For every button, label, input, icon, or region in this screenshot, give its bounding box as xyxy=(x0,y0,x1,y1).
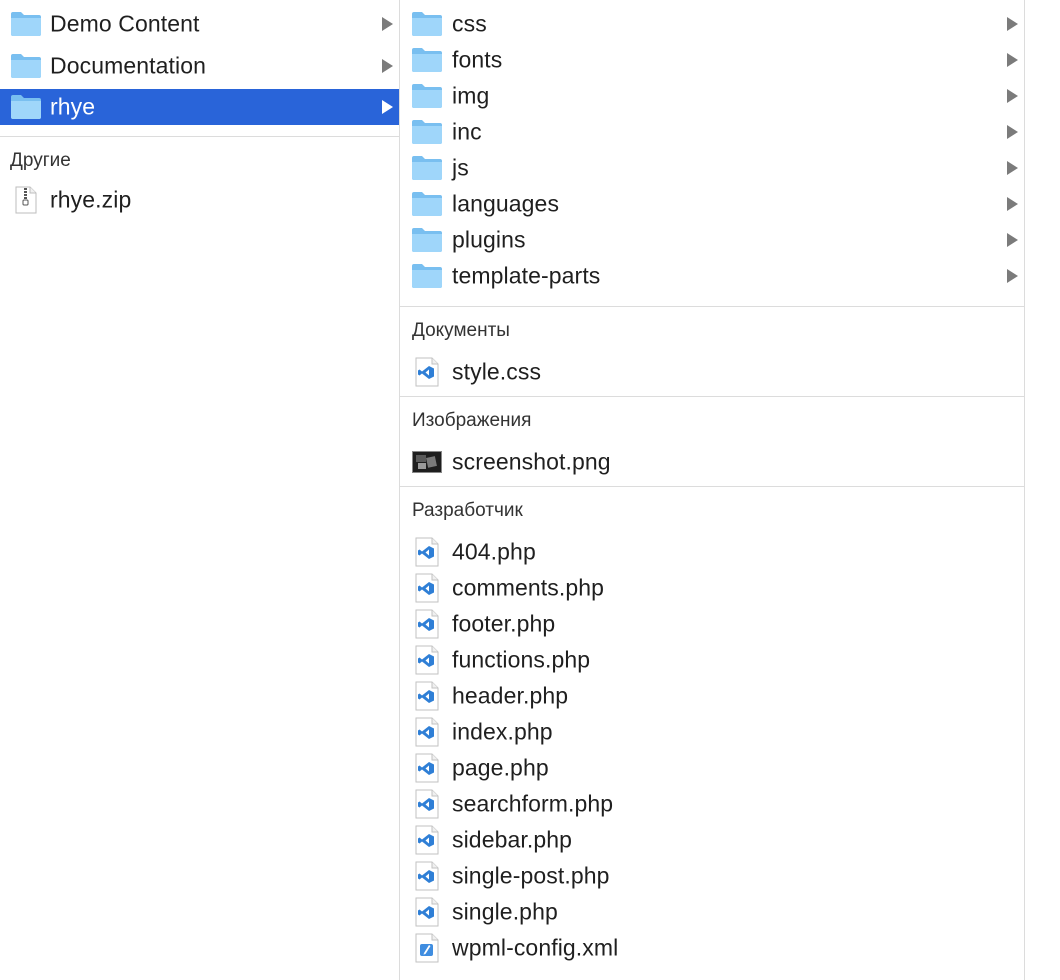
section-header-documents: Документы xyxy=(412,320,510,341)
vscode-file-icon xyxy=(411,897,443,927)
finder-column-parent[interactable]: Demo Content Documentation rhye Другие r… xyxy=(0,0,400,980)
file-label: footer.php xyxy=(452,610,556,637)
file-item-page-php[interactable]: page.php xyxy=(400,750,1024,786)
file-item-index-php[interactable]: index.php xyxy=(400,714,1024,750)
file-label: screenshot.png xyxy=(452,448,611,475)
file-item-style-css[interactable]: style.css xyxy=(400,354,1024,390)
vscode-file-icon xyxy=(411,573,443,603)
file-item-rhye-zip[interactable]: rhye.zip xyxy=(0,182,399,218)
file-item-functions-php[interactable]: functions.php xyxy=(400,642,1024,678)
file-label: 404.php xyxy=(452,538,536,565)
folder-item-rhye[interactable]: rhye xyxy=(0,89,399,125)
folder-item-css[interactable]: css xyxy=(400,6,1024,42)
folder-label: inc xyxy=(452,118,482,145)
chevron-right-icon xyxy=(1007,17,1018,31)
section-divider xyxy=(0,136,399,137)
file-item-screenshot-png[interactable]: screenshot.png xyxy=(400,444,1024,480)
chevron-right-icon xyxy=(1007,269,1018,283)
folder-label: fonts xyxy=(452,46,503,73)
folder-label: rhye xyxy=(50,93,96,120)
chevron-right-icon xyxy=(1007,53,1018,67)
folder-label: plugins xyxy=(452,226,526,253)
file-item-header-php[interactable]: header.php xyxy=(400,678,1024,714)
file-label: header.php xyxy=(452,682,569,709)
section-divider xyxy=(400,396,1024,397)
folder-icon xyxy=(10,10,42,38)
section-header-others: Другие xyxy=(10,150,71,171)
folder-label: languages xyxy=(452,190,560,217)
finder-column-rhye[interactable]: css fonts img inc js languages plugins t… xyxy=(400,0,1025,980)
folder-icon xyxy=(411,118,443,146)
file-label: wpml-config.xml xyxy=(452,934,619,961)
folder-icon xyxy=(411,46,443,74)
vscode-file-icon xyxy=(411,753,443,783)
vscode-file-icon xyxy=(411,537,443,567)
image-thumbnail-icon xyxy=(411,448,443,476)
file-item-single-post-php[interactable]: single-post.php xyxy=(400,858,1024,894)
file-label: single-post.php xyxy=(452,862,610,889)
file-label: functions.php xyxy=(452,646,591,673)
folder-item-languages[interactable]: languages xyxy=(400,186,1024,222)
vscode-file-icon xyxy=(411,609,443,639)
chevron-right-icon xyxy=(1007,89,1018,103)
file-label: comments.php xyxy=(452,574,605,601)
zip-file-icon xyxy=(10,186,42,214)
vscode-file-icon xyxy=(411,645,443,675)
folder-icon xyxy=(411,262,443,290)
vscode-file-icon xyxy=(411,681,443,711)
file-item-footer-php[interactable]: footer.php xyxy=(400,606,1024,642)
folder-icon xyxy=(411,154,443,182)
folder-icon xyxy=(10,93,42,121)
file-item-single-php[interactable]: single.php xyxy=(400,894,1024,930)
file-label: searchform.php xyxy=(452,790,614,817)
file-label: index.php xyxy=(452,718,553,745)
folder-item-img[interactable]: img xyxy=(400,78,1024,114)
file-item-comments-php[interactable]: comments.php xyxy=(400,570,1024,606)
chevron-right-icon xyxy=(382,17,393,31)
folder-label: js xyxy=(452,154,469,181)
folder-item-js[interactable]: js xyxy=(400,150,1024,186)
folder-icon xyxy=(411,10,443,38)
vscode-file-icon xyxy=(411,825,443,855)
folder-item-inc[interactable]: inc xyxy=(400,114,1024,150)
section-header-developer: Разработчик xyxy=(412,500,523,521)
xml-file-icon xyxy=(411,933,443,963)
folder-label: template-parts xyxy=(452,262,601,289)
file-item-searchform-php[interactable]: searchform.php xyxy=(400,786,1024,822)
vscode-file-icon xyxy=(411,861,443,891)
chevron-right-icon xyxy=(382,59,393,73)
folder-icon xyxy=(411,226,443,254)
file-item-sidebar-php[interactable]: sidebar.php xyxy=(400,822,1024,858)
folder-icon xyxy=(411,82,443,110)
file-label: single.php xyxy=(452,898,558,925)
chevron-right-icon xyxy=(1007,197,1018,211)
chevron-right-icon xyxy=(382,100,393,114)
section-header-images: Изображения xyxy=(412,410,532,431)
file-label: rhye.zip xyxy=(50,186,132,213)
folder-item-demo-content[interactable]: Demo Content xyxy=(0,6,399,42)
folder-icon xyxy=(411,190,443,218)
folder-label: Documentation xyxy=(50,52,206,79)
chevron-right-icon xyxy=(1007,233,1018,247)
vscode-file-icon xyxy=(411,357,443,387)
folder-item-documentation[interactable]: Documentation xyxy=(0,48,399,84)
folder-label: Demo Content xyxy=(50,10,200,37)
chevron-right-icon xyxy=(1007,125,1018,139)
folder-label: css xyxy=(452,10,487,37)
section-divider xyxy=(400,306,1024,307)
vscode-file-icon xyxy=(411,717,443,747)
folder-label: img xyxy=(452,82,490,109)
folder-item-template-parts[interactable]: template-parts xyxy=(400,258,1024,294)
file-label: style.css xyxy=(452,358,542,385)
chevron-right-icon xyxy=(1007,161,1018,175)
file-label: page.php xyxy=(452,754,549,781)
file-item-wpml-config-xml[interactable]: wpml-config.xml xyxy=(400,930,1024,966)
section-divider xyxy=(400,486,1024,487)
file-item-404-php[interactable]: 404.php xyxy=(400,534,1024,570)
file-label: sidebar.php xyxy=(452,826,573,853)
folder-icon xyxy=(10,52,42,80)
folder-item-fonts[interactable]: fonts xyxy=(400,42,1024,78)
vscode-file-icon xyxy=(411,789,443,819)
folder-item-plugins[interactable]: plugins xyxy=(400,222,1024,258)
